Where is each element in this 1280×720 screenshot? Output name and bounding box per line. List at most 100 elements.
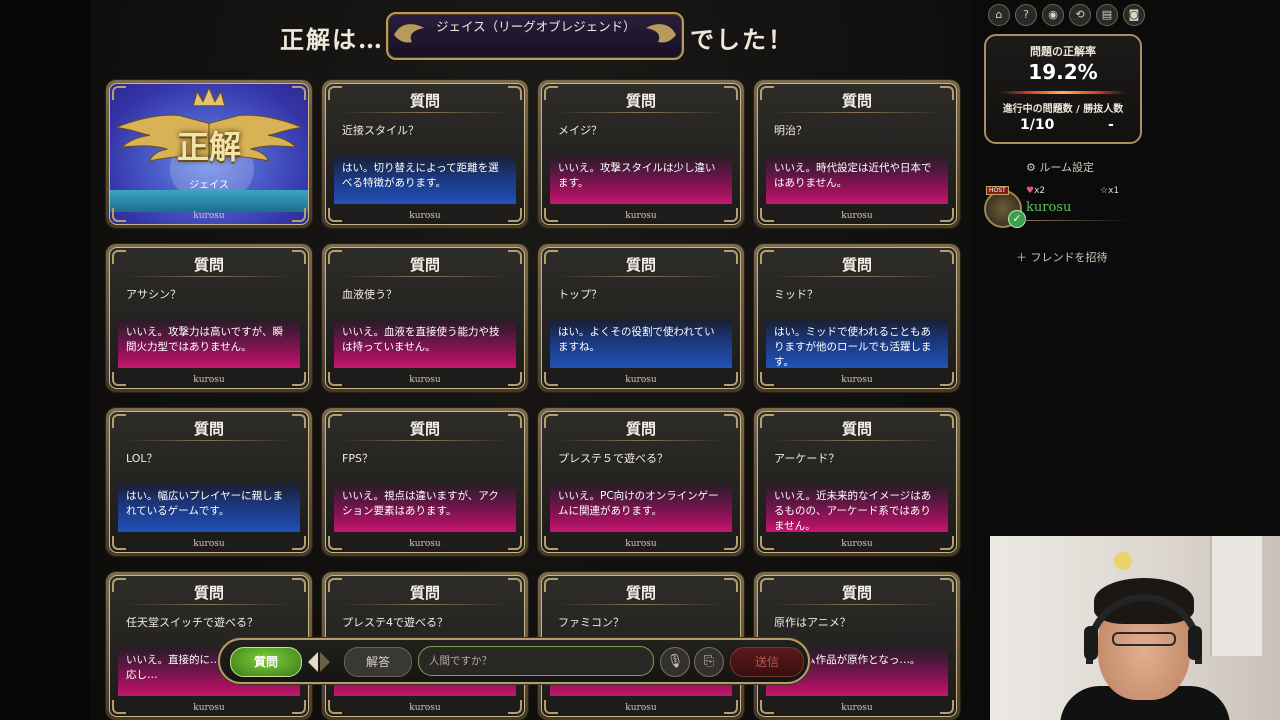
stars-count: ☆x1 bbox=[1100, 186, 1119, 196]
card-corner-ornament bbox=[292, 250, 306, 264]
document-icon[interactable]: ▤ bbox=[1096, 4, 1118, 26]
crown-icon bbox=[192, 86, 226, 107]
answer-mode-button[interactable]: 解答 bbox=[344, 647, 412, 677]
card-corner-ornament bbox=[940, 86, 954, 100]
card-corner-ornament bbox=[328, 414, 342, 428]
heart-icon: ♥ bbox=[1026, 186, 1035, 196]
divider bbox=[774, 112, 940, 113]
home-icon[interactable]: ⌂ bbox=[988, 4, 1010, 26]
divider bbox=[126, 276, 292, 277]
card-author: kurosu bbox=[409, 211, 441, 221]
check-icon: ✓ bbox=[1008, 210, 1026, 228]
card-inner: 質問 血液使う？ いいえ。血液を直接使う能力や技は持っていません。 kurosu bbox=[325, 247, 525, 389]
question-mode-button[interactable]: 質問 bbox=[230, 647, 302, 677]
card-author: kurosu bbox=[193, 703, 225, 713]
question-text: 明治？ bbox=[774, 124, 807, 137]
card-title: 質問 bbox=[841, 92, 872, 110]
question-card[interactable]: 質問 近接スタイル？ はい。切り替えによって距離を選べる特徴があります。 kur… bbox=[322, 80, 528, 228]
settings-icon[interactable]: ◉ bbox=[1042, 4, 1064, 26]
card-author: kurosu bbox=[625, 703, 657, 713]
card-corner-ornament bbox=[112, 208, 126, 222]
card-corner-ornament bbox=[112, 250, 126, 264]
card-author: kurosu bbox=[193, 211, 225, 221]
invite-label: フレンドを招待 bbox=[1030, 251, 1108, 264]
card-title: 質問 bbox=[841, 584, 872, 602]
card-corner-ornament bbox=[328, 208, 342, 222]
card-corner-ornament bbox=[940, 372, 954, 386]
divider bbox=[558, 276, 724, 277]
card-author: kurosu bbox=[193, 375, 225, 385]
correct-answer-card[interactable]: 正解 ジェイス kurosu bbox=[106, 80, 312, 228]
card-title: 質問 bbox=[193, 584, 224, 602]
result-prefix: 正解は… bbox=[280, 25, 384, 54]
card-title: 質問 bbox=[625, 256, 656, 274]
result-suffix: でした！ bbox=[690, 25, 794, 54]
card-author: kurosu bbox=[625, 211, 657, 221]
card-author: kurosu bbox=[625, 375, 657, 385]
question-text: 原作はアニメ？ bbox=[774, 616, 851, 629]
card-title: 質問 bbox=[193, 420, 224, 438]
answer-box: いいえ。攻撃スタイルは少し違います。 bbox=[550, 156, 732, 204]
clipboard-icon[interactable]: ⎘ bbox=[694, 647, 724, 677]
card-corner-ornament bbox=[760, 578, 774, 592]
help-icon[interactable]: ? bbox=[1015, 4, 1037, 26]
question-input[interactable] bbox=[418, 646, 654, 676]
divider bbox=[774, 276, 940, 277]
question-card[interactable]: 質問 トップ？ はい。よくその役割で使われていますね。 kurosu bbox=[538, 244, 744, 392]
question-text: 近接スタイル？ bbox=[342, 124, 419, 137]
question-text: 任天堂スイッチで遊べる？ bbox=[126, 616, 258, 629]
room-settings-link[interactable]: ⚙ ルーム設定 bbox=[1026, 159, 1094, 175]
question-card[interactable]: 質問 アサシン？ いいえ。攻撃力は高いですが、瞬間火力型ではありません。 kur… bbox=[106, 244, 312, 392]
question-card[interactable]: 質問 血液使う？ いいえ。血液を直接使う能力や技は持っていません。 kurosu bbox=[322, 244, 528, 392]
question-text: プレステ５で遊べる？ bbox=[558, 452, 668, 465]
progress-value: 1/10 bbox=[1020, 117, 1055, 133]
question-card[interactable]: 質問 明治？ いいえ。時代設定は近代や日本ではありません。 kurosu bbox=[754, 80, 960, 228]
card-corner-ornament bbox=[112, 536, 126, 550]
card-corner-ornament bbox=[328, 536, 342, 550]
card-corner-ornament bbox=[508, 208, 522, 222]
question-card[interactable]: 質問 LOL？ はい。幅広いプレイヤーに親しまれているゲームです。 kurosu bbox=[106, 408, 312, 556]
card-inner: 質問 FPS？ いいえ。視点は違いますが、アクション要素はあります。 kuros… bbox=[325, 411, 525, 553]
mode-right-arrow-icon[interactable] bbox=[320, 652, 330, 672]
question-card[interactable]: 質問 FPS？ いいえ。視点は違いますが、アクション要素はあります。 kuros… bbox=[322, 408, 528, 556]
answer-box: いいえ。近未来的なイメージはあるものの、アーケード系ではありません。 bbox=[766, 484, 948, 532]
card-title: 質問 bbox=[625, 420, 656, 438]
progress-label: 進行中の問題数 / 勝抜人数 bbox=[1002, 104, 1124, 115]
webcam-figure bbox=[1114, 552, 1132, 570]
question-text: ファミコン？ bbox=[558, 616, 624, 629]
question-card[interactable]: 質問 メイジ？ いいえ。攻撃スタイルは少し違います。 kurosu bbox=[538, 80, 744, 228]
correct-character-name: ジェイス bbox=[189, 180, 229, 191]
webcam-overlay bbox=[990, 536, 1280, 720]
card-corner-ornament bbox=[760, 536, 774, 550]
discord-icon[interactable]: ◙ bbox=[1123, 4, 1145, 26]
share-icon[interactable]: ⟲ bbox=[1069, 4, 1091, 26]
card-corner-ornament bbox=[724, 536, 738, 550]
question-card[interactable]: 質問 アーケード？ いいえ。近未来的なイメージはあるものの、アーケード系ではあり… bbox=[754, 408, 960, 556]
card-corner-ornament bbox=[544, 700, 558, 714]
gear-icon: ⚙ bbox=[1026, 161, 1040, 174]
card-corner-ornament bbox=[724, 414, 738, 428]
card-corner-ornament bbox=[112, 700, 126, 714]
mode-left-arrow-icon[interactable] bbox=[308, 652, 318, 672]
send-button[interactable]: 送信 bbox=[730, 647, 804, 677]
question-text: アサシン？ bbox=[126, 288, 181, 301]
host-badge: HOST bbox=[986, 186, 1009, 195]
card-corner-ornament bbox=[544, 86, 558, 100]
divider bbox=[126, 604, 292, 605]
card-corner-ornament bbox=[544, 414, 558, 428]
invite-friend-button[interactable]: ＋ フレンドを招待 bbox=[1016, 249, 1108, 265]
microphone-icon[interactable]: 🎙 bbox=[660, 647, 690, 677]
card-corner-ornament bbox=[292, 536, 306, 550]
card-author: kurosu bbox=[841, 211, 873, 221]
card-corner-ornament bbox=[328, 86, 342, 100]
question-card[interactable]: 質問 プレステ５で遊べる？ いいえ。PC向けのオンラインゲームに関連があります。… bbox=[538, 408, 744, 556]
card-corner-ornament bbox=[508, 86, 522, 100]
card-corner-ornament bbox=[508, 250, 522, 264]
question-input-bar: 質問 解答 🎙 ⎘ 送信 bbox=[218, 638, 810, 684]
question-card[interactable]: 質問 ミッド？ はい。ミッドで使われることもありますが他のロールでも活躍します。… bbox=[754, 244, 960, 392]
divider bbox=[342, 604, 508, 605]
card-corner-ornament bbox=[328, 578, 342, 592]
card-author: kurosu bbox=[841, 375, 873, 385]
card-author: kurosu bbox=[625, 539, 657, 549]
winners-value: - bbox=[1108, 117, 1114, 133]
